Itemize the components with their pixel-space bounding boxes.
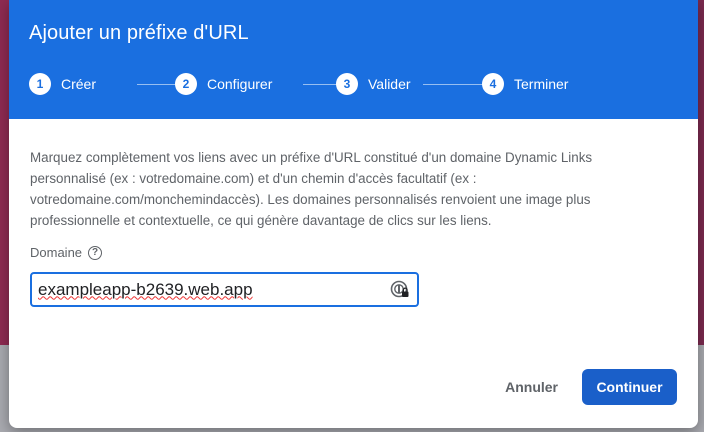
step-number: 2: [175, 73, 197, 95]
step-connector: [423, 84, 485, 85]
stepper: 1 Créer 2 Configurer 3 Valider 4 Termine…: [29, 73, 698, 95]
step-label: Configurer: [207, 76, 273, 92]
step-create: 1 Créer: [29, 73, 96, 95]
continue-button[interactable]: Continuer: [582, 369, 677, 405]
dialog-title: Ajouter un préfixe d'URL: [29, 22, 249, 44]
dialog-body: Marquez complètement vos liens avec un p…: [9, 119, 698, 307]
question-circle-icon[interactable]: ?: [88, 245, 103, 260]
step-number: 1: [29, 73, 51, 95]
lock-key-icon[interactable]: [390, 280, 410, 300]
dialog-header: Ajouter un préfixe d'URL 1 Créer 2 Confi…: [9, 0, 698, 119]
step-configure: 2 Configurer: [175, 73, 272, 95]
step-label: Valider: [368, 76, 411, 92]
step-number: 3: [336, 73, 358, 95]
step-finish: 4 Terminer: [482, 73, 568, 95]
step-label: Créer: [61, 76, 97, 92]
domain-label-text: Domaine: [30, 245, 83, 260]
step-number: 4: [482, 73, 504, 95]
step-validate: 3 Valider: [336, 73, 411, 95]
add-url-prefix-dialog: Ajouter un préfixe d'URL 1 Créer 2 Confi…: [9, 0, 698, 428]
domain-field-label: Domaine ?: [30, 245, 678, 260]
dialog-footer: Annuler Continuer: [491, 369, 677, 405]
domain-input[interactable]: [38, 279, 378, 300]
domain-input-container: [30, 272, 419, 307]
cancel-button[interactable]: Annuler: [491, 371, 572, 403]
step-label: Terminer: [514, 76, 569, 92]
description-text: Marquez complètement vos liens avec un p…: [30, 150, 593, 228]
